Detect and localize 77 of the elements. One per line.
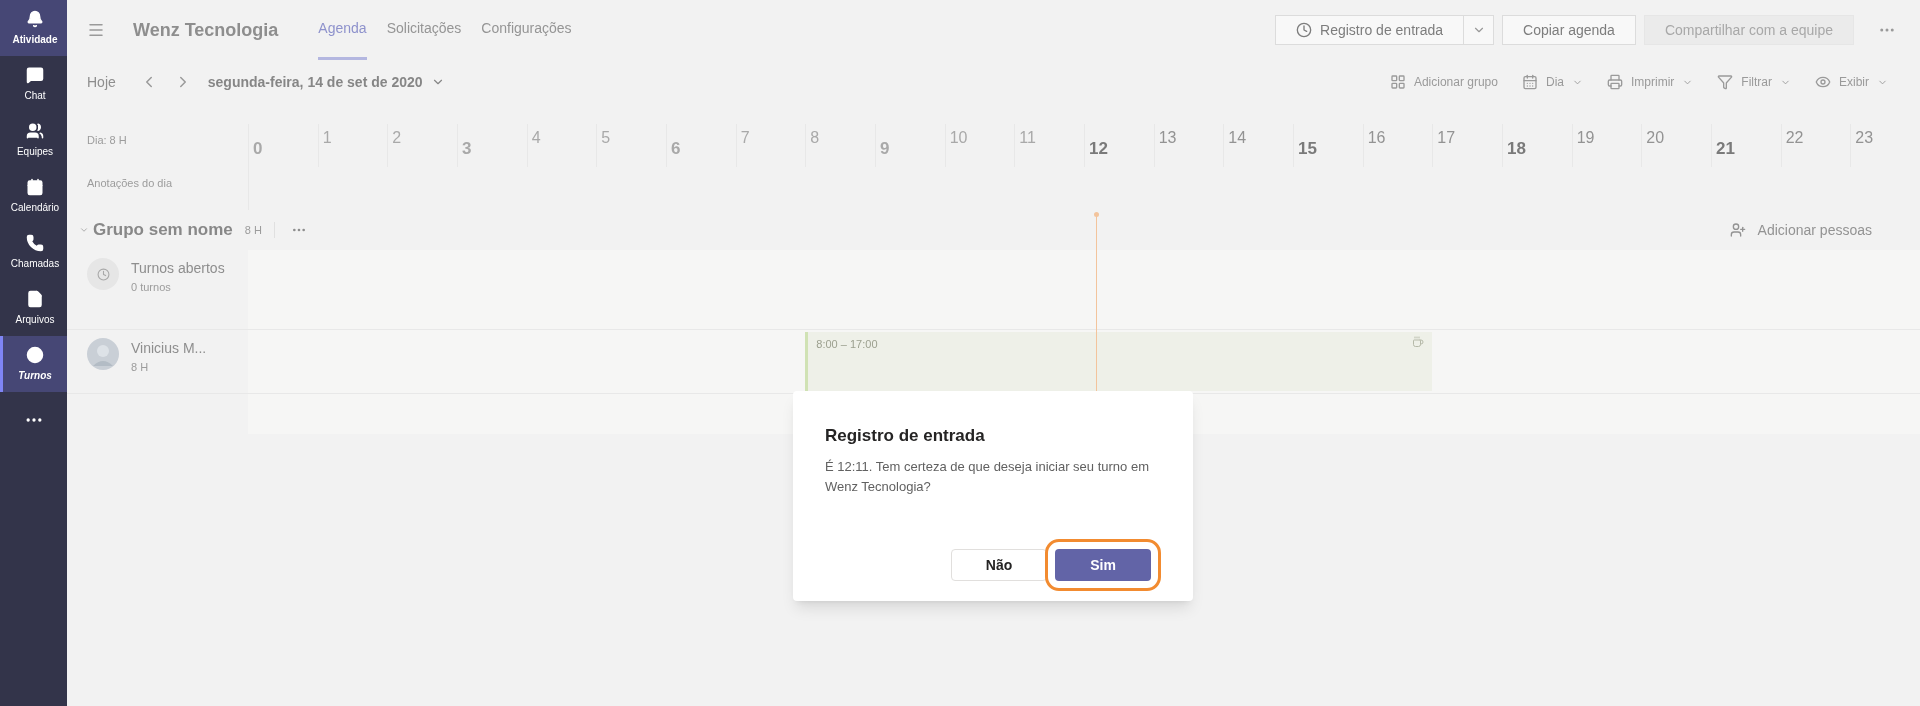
hour-label: 8 [810,128,820,148]
hour-label: 6 [671,138,681,160]
cup-icon [1412,336,1425,348]
hour-label: 22 [1785,128,1804,148]
open-shifts-icon [87,258,119,290]
sidebar-item[interactable]: Turnos [0,336,67,392]
group-hours: 8 H [244,221,275,239]
day-notes-label: Anotações do dia [86,176,173,191]
tab[interactable]: Agenda [318,0,367,60]
chat-icon [26,65,44,84]
menu-icon[interactable] [87,21,105,39]
hour-label: 9 [880,138,890,160]
hour-label: 13 [1158,128,1177,148]
hour-label: 21 [1716,138,1735,160]
toolbar-action[interactable]: Exibir [1815,73,1888,91]
collapse-caret-icon[interactable] [79,225,89,235]
dropdown-button[interactable] [1464,15,1495,45]
dialog-message: É 12:11. Tem certeza de que deseja iniciar seu turno em Wenz Tecnologia? [825,457,1150,496]
confirm-button[interactable]: Sim [1055,549,1151,581]
cancel-button[interactable]: Não [951,549,1047,581]
hour-label: 1 [322,128,332,148]
calendar-icon [1521,74,1538,90]
row-detail: 0 turnos [131,280,172,295]
sidebar-item[interactable]: Atividade [0,0,67,56]
row-name: Turnos abertos [131,259,225,278]
hour-label: 10 [949,128,968,148]
add-group-icon [1389,74,1406,90]
people-icon [26,121,44,140]
hour-label: 16 [1367,128,1386,148]
hour-label: 7 [740,128,750,148]
tab[interactable]: Solicitações [386,0,462,60]
printer-icon [1607,74,1623,90]
hour-label: 19 [1576,128,1595,148]
sidebar-item[interactable]: Chamadas [0,224,67,280]
toolbar-action[interactable]: Imprimir [1607,73,1694,91]
hour-label: 0 [253,138,263,160]
hour-label: 4 [531,128,541,148]
tab[interactable]: Configurações [481,0,572,60]
toolbar-action[interactable]: Dia [1521,73,1583,91]
row-name: Vinicius M... [131,339,207,358]
sidebar-item[interactable]: Calendário [0,168,67,224]
hour-label: 11 [1019,128,1036,148]
hour-label: 5 [601,128,611,148]
phone-icon [26,233,44,252]
row-detail: 8 H [131,360,150,375]
hour-label: 3 [462,138,472,160]
toolbar-action[interactable]: Filtrar [1717,73,1791,91]
avatar [87,338,119,370]
hour-label: 17 [1437,128,1456,148]
filter-icon [1717,74,1734,90]
hour-label: 18 [1507,138,1526,160]
toolbar-button[interactable]: Copiar agenda [1502,15,1636,45]
hour-label: 12 [1089,138,1108,160]
shift-time: 8:00 – 17:00 [816,337,878,352]
dialog-title: Registro de entrada [825,425,986,447]
hour-label: 14 [1228,128,1247,148]
day-total: Dia: 8 H [86,133,128,148]
bell-icon [26,9,44,28]
hour-label: 15 [1298,138,1317,160]
sidebar-item[interactable]: Arquivos [0,280,67,336]
hour-label: 23 [1855,128,1874,148]
group-name: Grupo sem nome [93,219,233,242]
add-person-icon [1729,222,1746,238]
date-picker[interactable]: segunda-feira, 14 de set de 2020 [207,71,445,93]
calendar-icon [26,177,44,196]
sidebar-item[interactable]: Equipes [0,112,67,168]
today-button[interactable]: Hoje [87,71,116,93]
hour-label: 20 [1646,128,1665,148]
hour-label: 2 [392,128,402,148]
team-title: Wenz Tecnologia [133,18,279,42]
toolbar-action[interactable]: Adicionar grupo [1389,73,1498,91]
sidebar-item[interactable]: Chat [0,56,67,112]
shift-block[interactable]: 8:00 – 17:00 [805,332,1433,391]
eye-icon [1815,74,1831,90]
file-icon [26,289,44,308]
add-people-button[interactable]: Adicionar pessoas [1729,219,1872,241]
clock-in-button[interactable]: Registro de entrada [1275,15,1465,45]
